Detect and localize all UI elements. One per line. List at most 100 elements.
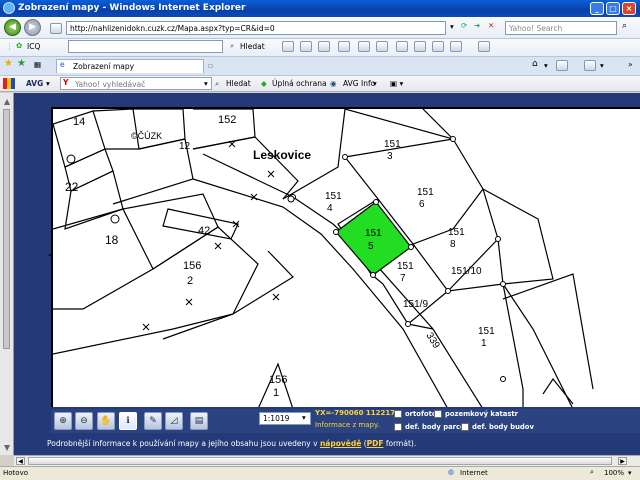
feeds-icon[interactable] (556, 60, 568, 71)
icq-search-field[interactable] (68, 40, 223, 53)
parcel-label: 12 (179, 141, 191, 152)
measure-area-icon[interactable]: ◿ (165, 412, 183, 430)
parcel-sub-label: 6 (419, 199, 425, 210)
parcel-label: 151 (397, 261, 414, 272)
zoom-in-icon[interactable]: ⊕ (54, 412, 72, 430)
maximize-button[interactable]: □ (606, 2, 620, 15)
body-parcel-label: def. body parcel (405, 423, 467, 431)
parcel-label: 156 (183, 260, 201, 272)
icq-label[interactable]: ICQ (27, 42, 40, 51)
parcel-sub-label: 3 (387, 151, 393, 162)
more-tools-icon[interactable]: » (628, 60, 633, 69)
ortofoto-label: ortofoto (405, 410, 437, 418)
close-button[interactable]: × (622, 2, 636, 15)
toolbar-tool-icon[interactable] (478, 41, 490, 52)
home-icon[interactable]: ⌂ (532, 59, 538, 69)
ortofoto-checkbox[interactable] (394, 410, 402, 418)
stop-icon[interactable]: ✕ (488, 21, 494, 30)
parcel-sub-label: 4 (327, 203, 333, 214)
favorites-star-icon[interactable]: ★ (4, 58, 13, 69)
forward-button[interactable]: ▶ (24, 19, 41, 36)
window-title: Zobrazení mapy - Windows Internet Explor… (18, 3, 246, 13)
help-note-text: formát). (383, 439, 417, 448)
body-parcel-checkbox[interactable] (394, 423, 402, 431)
parcel-sub-label: 8 (450, 239, 456, 250)
avg-label[interactable]: AVG (26, 79, 43, 88)
avg-hledat-button[interactable]: Hledat (226, 79, 251, 88)
parcel-label: 14 (73, 116, 85, 128)
ruler-icon[interactable]: ✎ (144, 412, 162, 430)
address-dropdown-icon[interactable]: ▾ (450, 22, 454, 31)
yahoo-dropdown-icon[interactable]: ▾ (204, 79, 208, 88)
toolbar-tool-icon[interactable] (432, 41, 444, 52)
print-dropdown-icon[interactable]: ▾ (600, 61, 604, 70)
zoom-level[interactable]: 100% (604, 469, 624, 477)
zoom-out-icon[interactable]: ⊖ (75, 412, 93, 430)
parcel-label: 151 (384, 139, 401, 150)
parcel-label: 151/10 (451, 266, 482, 277)
search-icon[interactable]: ⌕ (622, 21, 627, 31)
parcel-label: 151 (365, 228, 382, 239)
parcel-label: 42 (198, 225, 210, 237)
toolbar-tool-icon[interactable] (450, 41, 462, 52)
parcel-label: 151 (478, 326, 495, 337)
search-input[interactable]: Yahoo! Search (505, 21, 617, 35)
toolbar-tool-icon[interactable] (282, 41, 294, 52)
globe-icon: ◍ (448, 468, 455, 476)
status-bar: Hotovo ◍ Internet ⌕ 100% ▾ (0, 466, 640, 480)
zone-text: Internet (460, 469, 488, 477)
toolbar-tool-icon[interactable] (338, 41, 350, 52)
new-tab-icon[interactable]: ▫ (208, 61, 213, 70)
map-copyright: ©ČÚZK (131, 131, 162, 141)
zoom-icon: ⌕ (590, 468, 594, 476)
road-label: 339 (423, 331, 441, 351)
yahoo-search-input[interactable]: Yahoo! vyhledávač (60, 77, 212, 90)
parcel-label: 151 (448, 227, 465, 238)
avg-dropdown-icon[interactable]: ▾ (46, 79, 50, 88)
toolbar-tool-icon[interactable] (358, 41, 370, 52)
zoom-dropdown-icon[interactable]: ▾ (628, 469, 632, 477)
ie-logo-icon (3, 2, 15, 14)
cadastral-map[interactable]: ©ČÚZK Leskovice 14 152 12 22 42 18 156 2… (51, 107, 640, 407)
toolbar-tool-icon[interactable] (300, 41, 312, 52)
tab-page-icon: e (60, 60, 65, 69)
toolbar-tool-icon[interactable] (318, 41, 330, 52)
add-favorites-icon[interactable]: ★ (17, 58, 26, 69)
body-budov-label: def. body budov (472, 423, 534, 431)
info-icon[interactable]: ℹ (119, 412, 137, 430)
toolbar-tool-icon[interactable] (376, 41, 388, 52)
print-toolbar-icon[interactable] (584, 60, 596, 71)
avg-info-button[interactable]: AVG Info (343, 79, 375, 88)
pan-hand-icon[interactable]: ✋ (97, 412, 115, 430)
avg-ochrana-button[interactable]: Úplná ochrana (272, 79, 327, 88)
katastr-label: pozemkový katastr (445, 410, 519, 418)
print-icon[interactable]: ▤ (190, 412, 208, 430)
status-text: Hotovo (3, 469, 28, 477)
parcel-sub-label: 2 (187, 275, 193, 287)
katastr-checkbox[interactable] (434, 410, 442, 418)
back-button[interactable]: ◀ (4, 19, 21, 36)
avg-extra-icon[interactable]: ▣ ▾ (390, 79, 403, 88)
avg-info-icon: ◉ (330, 79, 337, 88)
tab-list-icon[interactable]: ▦ (34, 60, 41, 69)
home-dropdown-icon[interactable]: ▾ (544, 61, 548, 70)
icq-hledat-button[interactable]: Hledat (240, 42, 265, 51)
tab-zobrazeni-mapy[interactable]: Zobrazení mapy (56, 59, 204, 73)
body-budov-checkbox[interactable] (461, 423, 469, 431)
parcel-label: 151 (325, 191, 342, 202)
scale-dropdown-icon[interactable]: ▾ (302, 413, 306, 422)
horizontal-scrollbar[interactable]: ◀ ▶ (14, 455, 640, 466)
avg-info-dropdown-icon[interactable]: ▾ (373, 79, 377, 88)
address-field[interactable]: http://nahlizenidokn.cuzk.cz/Mapa.aspx?t… (66, 21, 446, 35)
pdf-link[interactable]: PDF (367, 439, 384, 448)
left-frame-strip[interactable] (0, 93, 14, 455)
page-icon (50, 23, 62, 34)
coordinates-readout: YX=-790060 1122177 (315, 409, 400, 417)
refresh-icon[interactable]: ⟳ (461, 21, 467, 30)
go-icon[interactable]: ➜ (474, 21, 480, 30)
help-link[interactable]: nápovědě (320, 439, 361, 448)
toolbar-tool-icon[interactable] (396, 41, 408, 52)
toolbar-tool-icon[interactable] (414, 41, 426, 52)
minimize-button[interactable]: _ (590, 2, 604, 15)
info-link[interactable]: Informace z mapy. (315, 421, 379, 429)
